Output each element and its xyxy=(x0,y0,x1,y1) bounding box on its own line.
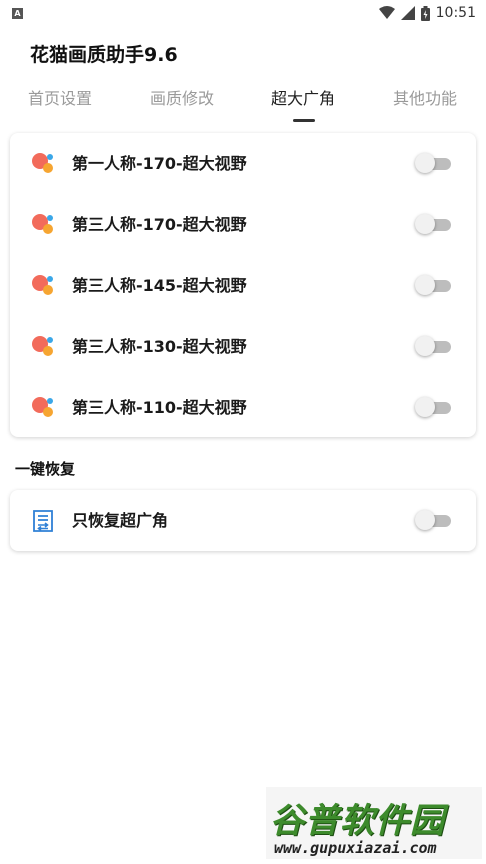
ping-pong-paddle-icon xyxy=(32,336,53,356)
restore-row[interactable]: 只恢复超广角 xyxy=(10,490,476,551)
ping-pong-paddle-icon xyxy=(32,153,53,173)
watermark-title: 谷普软件园 xyxy=(270,801,445,841)
toggle-thumb xyxy=(415,153,435,173)
tab-bar: 首页设置 画质修改 超大广角 其他功能 xyxy=(0,84,486,126)
wide-angle-row[interactable]: 第三人称-110-超大视野 xyxy=(10,377,476,438)
ping-pong-paddle-icon xyxy=(32,397,53,417)
cell-signal-icon xyxy=(400,6,415,20)
ping-pong-paddle-icon xyxy=(32,214,53,234)
battery-icon xyxy=(420,5,430,21)
status-time: 10:51 xyxy=(435,5,476,21)
toggle-thumb xyxy=(415,397,435,417)
restore-toggle[interactable] xyxy=(415,510,451,530)
restore-section-title: 一键恢复 xyxy=(15,460,76,478)
restore-card: 只恢复超广角 xyxy=(10,490,476,551)
wide-angle-label: 第三人称-130-超大视野 xyxy=(72,337,247,356)
watermark-logo: 谷普软件园 www.gupuxiazai.com xyxy=(266,787,482,859)
tab-wide-angle[interactable]: 超大广角 xyxy=(271,84,335,114)
wide-angle-toggle[interactable] xyxy=(415,397,451,417)
wifi-icon xyxy=(378,6,395,19)
toggle-thumb xyxy=(415,336,435,356)
wide-angle-row[interactable]: 第三人称-145-超大视野 xyxy=(10,255,476,316)
toggle-thumb xyxy=(415,275,435,295)
wide-angle-label: 第三人称-145-超大视野 xyxy=(72,276,247,295)
wide-angle-toggle[interactable] xyxy=(415,153,451,173)
status-bar: A 10:51 xyxy=(0,0,486,26)
notification-app-icon: A xyxy=(12,7,23,19)
toggle-thumb xyxy=(415,510,435,530)
wide-angle-label: 第一人称-170-超大视野 xyxy=(72,154,247,173)
wide-angle-row[interactable]: 第三人称-130-超大视野 xyxy=(10,316,476,377)
watermark-url: www.gupuxiazai.com xyxy=(274,839,437,857)
active-tab-indicator xyxy=(293,119,315,122)
wide-angle-card: 第一人称-170-超大视野 第三人称-170-超大视野 第三人称-145-超大视… xyxy=(10,133,476,437)
wide-angle-row[interactable]: 第三人称-170-超大视野 xyxy=(10,194,476,255)
restore-list-icon xyxy=(33,510,53,532)
toggle-thumb xyxy=(415,214,435,234)
ping-pong-paddle-icon xyxy=(32,275,53,295)
wide-angle-label: 第三人称-170-超大视野 xyxy=(72,215,247,234)
wide-angle-toggle[interactable] xyxy=(415,336,451,356)
tab-home-settings[interactable]: 首页设置 xyxy=(28,84,92,114)
status-icons: 10:51 xyxy=(378,5,476,21)
tab-quality-edit[interactable]: 画质修改 xyxy=(150,84,214,114)
wide-angle-label: 第三人称-110-超大视野 xyxy=(72,398,247,417)
wide-angle-row[interactable]: 第一人称-170-超大视野 xyxy=(10,133,476,194)
wide-angle-toggle[interactable] xyxy=(415,214,451,234)
wide-angle-toggle[interactable] xyxy=(415,275,451,295)
app-title: 花猫画质助手9.6 xyxy=(30,44,178,66)
tab-other-functions[interactable]: 其他功能 xyxy=(393,84,457,114)
restore-label: 只恢复超广角 xyxy=(72,511,169,530)
